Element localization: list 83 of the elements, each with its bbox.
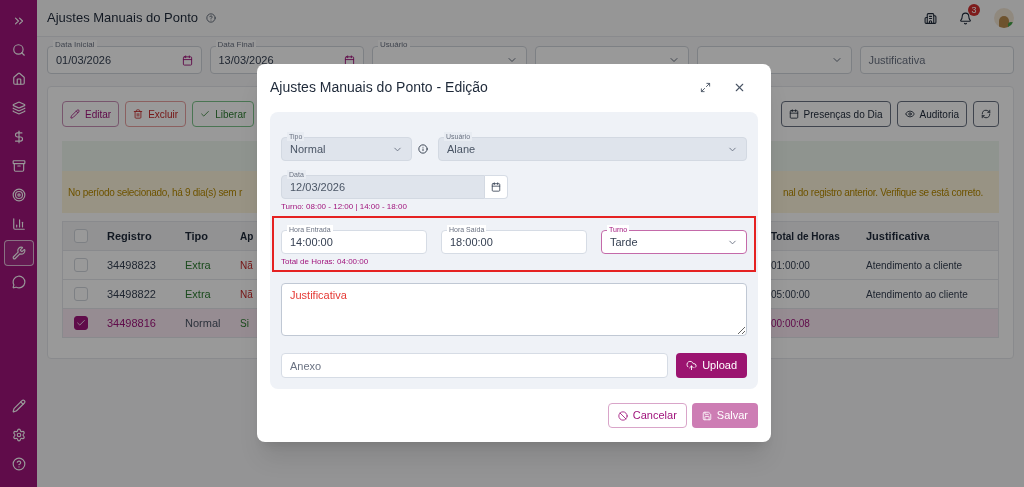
table-cell: Nã	[240, 259, 253, 271]
refresh-icon	[981, 109, 991, 119]
trash-icon	[133, 109, 144, 119]
settings-icon	[11, 428, 26, 442]
row-checkbox[interactable]	[74, 316, 88, 330]
column-header: Ap	[240, 230, 254, 242]
table-cell-text: Atendimento a cliente	[865, 258, 964, 273]
pencil-icon	[11, 399, 26, 413]
table-cell-text: Extra	[184, 286, 212, 302]
ban-icon	[617, 410, 628, 421]
chat-icon	[11, 275, 26, 289]
header-checkbox[interactable]	[74, 229, 88, 243]
help-icon[interactable]	[206, 13, 217, 23]
field-value: 13/03/2026	[218, 52, 274, 68]
help-icon	[11, 457, 26, 471]
bell-icon[interactable]	[959, 11, 972, 25]
table-cell-text: 00:00:08	[770, 316, 811, 331]
archive-icon	[11, 159, 26, 173]
table-cell-text: Normal	[184, 315, 222, 331]
field-placeholder: Justificativa	[868, 52, 926, 68]
table-cell-text: 34498823	[106, 257, 157, 273]
field-value: Normal	[290, 141, 326, 157]
toolbar-button[interactable]: Liberar	[192, 101, 255, 127]
table-cell-text: 34498822	[106, 286, 157, 302]
refresh-button[interactable]	[973, 101, 999, 127]
table-cell-text: Atendimento ao cliente	[865, 287, 969, 302]
calendar-icon	[181, 54, 193, 66]
table-cell: Nã	[240, 288, 253, 300]
column-header: Registro	[106, 228, 153, 244]
building-icon[interactable]	[924, 11, 937, 25]
field-value: 14:00:00	[290, 234, 333, 250]
calendar-icon	[788, 109, 799, 119]
check-icon	[200, 109, 211, 119]
toolbar-button[interactable]: Auditoria	[896, 101, 967, 127]
field-label: Data Final	[215, 40, 256, 50]
chart-icon	[11, 217, 26, 231]
cancel-button[interactable]: Cancelar	[607, 403, 687, 428]
field-value: Alane	[447, 141, 476, 157]
field-value: 01/03/2026	[56, 52, 112, 68]
table-cell-text: 01:00:00	[770, 258, 811, 273]
user-avatar[interactable]	[994, 8, 1014, 28]
justification-field[interactable]: Justificativa	[281, 283, 747, 336]
table-cell-text: 34498816	[106, 315, 157, 331]
calendar-icon	[491, 182, 501, 192]
field-label: Data Inicial	[53, 40, 97, 50]
target-icon	[11, 188, 26, 202]
toolbar-button[interactable]: Editar	[62, 101, 120, 127]
pencil-icon	[70, 109, 80, 119]
shift-hint: Turno: 08:00 - 12:00 | 14:00 - 18:00	[281, 201, 408, 213]
table-cell: Si	[240, 317, 249, 329]
save-icon	[701, 410, 712, 421]
field-value: 12/03/2026	[290, 179, 346, 195]
attachment-field[interactable]: Anexo	[281, 353, 669, 378]
field-label: Usuário	[378, 40, 410, 50]
column-header: Tipo	[184, 228, 209, 244]
layers-icon	[11, 101, 26, 115]
total-hours-text: Total de Horas: 04:00:00	[281, 256, 370, 268]
cloud-upload-icon	[686, 360, 698, 371]
info-icon[interactable]	[418, 144, 428, 154]
home-icon	[11, 72, 26, 86]
notification-badge: 3	[968, 3, 980, 16]
toolbar-button[interactable]: Presenças do Dia	[780, 101, 891, 127]
field-value: Tarde	[610, 234, 638, 250]
page-title: Ajustes Manuais do Ponto	[47, 9, 199, 28]
column-header: Justificativa	[865, 228, 931, 244]
warning-text: No período selecionado, há 9 dia(s) sem r	[68, 185, 242, 200]
dialog-title: Ajustes Manuais do Ponto - Edição	[270, 77, 488, 97]
column-header: Total de Horas	[770, 229, 841, 244]
maximize-icon[interactable]	[700, 81, 711, 93]
calendar-button[interactable]	[485, 175, 508, 199]
table-cell-text: Extra	[184, 257, 212, 273]
table-cell-text: 05:00:00	[770, 287, 811, 302]
date-field[interactable]: 01/03/2026	[47, 46, 202, 74]
calendar-icon	[344, 54, 355, 66]
eye-icon	[904, 109, 915, 119]
warning-text: nal do registro anterior. Verifique se está correto.	[782, 185, 983, 200]
toolbar-button[interactable]: Excluir	[125, 101, 187, 127]
search-icon	[11, 43, 26, 57]
upload-button[interactable]: Upload	[676, 353, 747, 378]
check-icon	[76, 318, 86, 328]
text-field[interactable]: Justificativa	[859, 46, 1014, 74]
tools-icon	[11, 246, 26, 260]
field-value: 18:00:00	[450, 234, 493, 250]
